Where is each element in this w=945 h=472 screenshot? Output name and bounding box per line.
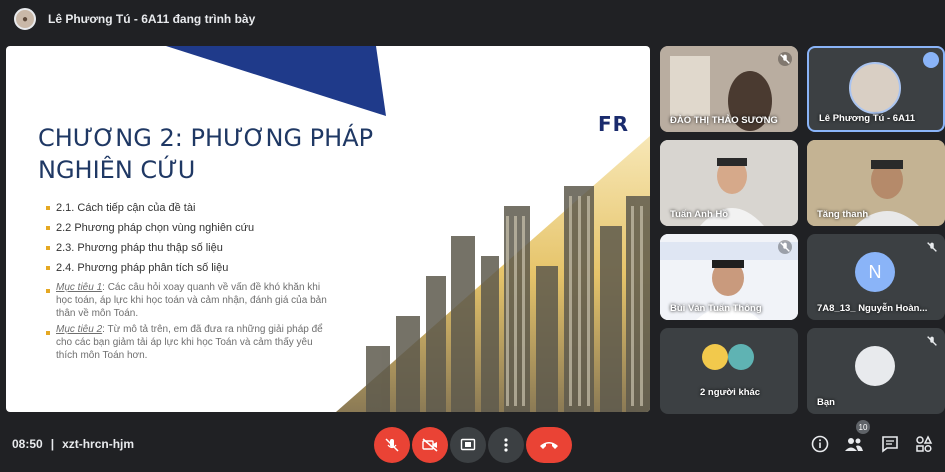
- self-avatar: [855, 346, 895, 386]
- activities-icon: [916, 435, 933, 453]
- separator: |: [50, 437, 55, 451]
- participant-avatar: [849, 62, 901, 114]
- slide-goal-2: Mục tiêu 2: Từ mô tả trên, em đã đưa ra …: [46, 323, 336, 362]
- slide-bullet-item: 2.2 Phương pháp chọn vùng nghiên cứu: [46, 218, 336, 238]
- participant-tile[interactable]: ĐÀO THỊ THẢO SƯƠNG: [660, 46, 798, 132]
- slide-logo: FR: [598, 112, 630, 136]
- speaking-indicator-icon: [923, 52, 939, 68]
- meeting-info: 08:50 | xzt-hrcn-hjm: [12, 437, 134, 451]
- people-button[interactable]: [843, 433, 865, 455]
- participant-name: 7A8_13_ Nguyễn Hoàn...: [817, 303, 928, 314]
- camera-off-icon: [422, 438, 438, 452]
- meeting-code: xzt-hrcn-hjm: [62, 437, 135, 451]
- top-bar: ● Lê Phương Tú - 6A11 đang trình bày: [0, 0, 945, 38]
- participant-name: ĐÀO THỊ THẢO SƯƠNG: [670, 115, 778, 126]
- self-tile[interactable]: Bạn: [807, 328, 945, 414]
- chat-icon: [882, 436, 898, 453]
- info-icon: [811, 435, 829, 453]
- mic-toggle-button[interactable]: [374, 427, 410, 463]
- participant-tile-active-speaker[interactable]: Lê Phương Tú - 6A11: [807, 46, 945, 132]
- camera-toggle-button[interactable]: [412, 427, 448, 463]
- slide-title: CHƯƠNG 2: PHƯƠNG PHÁP NGHIÊN CỨU: [38, 124, 374, 184]
- present-screen-icon: [460, 438, 476, 451]
- leave-call-button[interactable]: [526, 427, 572, 463]
- slide-bullet-list: 2.1. Cách tiếp cận của đề tài 2.2 Phương…: [46, 198, 336, 362]
- participant-tile[interactable]: Tuấn Anh Hồ: [660, 140, 798, 226]
- mic-off-icon: [927, 336, 937, 346]
- others-label: 2 người khác: [700, 387, 761, 398]
- slide-goal-1: Mục tiêu 1: Các câu hỏi xoay quanh về vấ…: [46, 281, 336, 320]
- clock: 08:50: [12, 437, 43, 451]
- presentation-slide: FR CHƯƠNG 2: PHƯƠNG PHÁP NGHIÊN CỨU 2.1.…: [6, 46, 650, 412]
- presenter-avatar: ●: [14, 8, 36, 30]
- participant-avatar: [728, 344, 754, 370]
- slide-bullet-item: 2.4. Phương pháp phân tích số liệu: [46, 258, 336, 278]
- participant-tile[interactable]: Bùi Văn Tuấn Thông: [660, 234, 798, 320]
- activities-button[interactable]: [913, 433, 935, 455]
- mic-off-icon: [778, 240, 792, 254]
- goal-2-label: Mục tiêu 2: [56, 324, 103, 335]
- slide-bullet-item: 2.3. Phương pháp thu thập số liệu: [46, 238, 336, 258]
- participant-name: Tăng thanh: [817, 209, 869, 220]
- slide-bullet-item: 2.1. Cách tiếp cận của đề tài: [46, 198, 336, 218]
- people-icon: [845, 438, 863, 451]
- participant-initial-avatar: N: [855, 252, 895, 292]
- more-options-button[interactable]: [488, 427, 524, 463]
- participant-name: Lê Phương Tú - 6A11: [819, 113, 915, 124]
- bottom-control-bar: 08:50 | xzt-hrcn-hjm 10: [0, 420, 945, 472]
- hang-up-icon: [540, 442, 558, 449]
- mic-off-icon: [778, 52, 792, 66]
- more-vert-icon: [504, 438, 508, 452]
- present-screen-button[interactable]: [450, 427, 486, 463]
- others-tile[interactable]: 2 người khác: [660, 328, 798, 414]
- participant-name: Tuấn Anh Hồ: [670, 209, 729, 220]
- goal-1-label: Mục tiêu 1: [56, 282, 103, 293]
- participant-name: Bùi Văn Tuấn Thông: [670, 303, 762, 314]
- participant-avatar: [702, 344, 728, 370]
- participant-name: Bạn: [817, 397, 835, 408]
- participant-tile[interactable]: N 7A8_13_ Nguyễn Hoàn...: [807, 234, 945, 320]
- participant-count-badge: 10: [856, 420, 870, 434]
- mic-off-icon: [927, 242, 937, 252]
- meet-window: ● Lê Phương Tú - 6A11 đang trình bày FR …: [0, 0, 945, 472]
- meeting-details-button[interactable]: [809, 433, 831, 455]
- participant-tile[interactable]: Tăng thanh: [807, 140, 945, 226]
- mic-off-icon: [385, 438, 399, 452]
- presenting-label: Lê Phương Tú - 6A11 đang trình bày: [48, 12, 256, 26]
- chat-button[interactable]: [879, 433, 901, 455]
